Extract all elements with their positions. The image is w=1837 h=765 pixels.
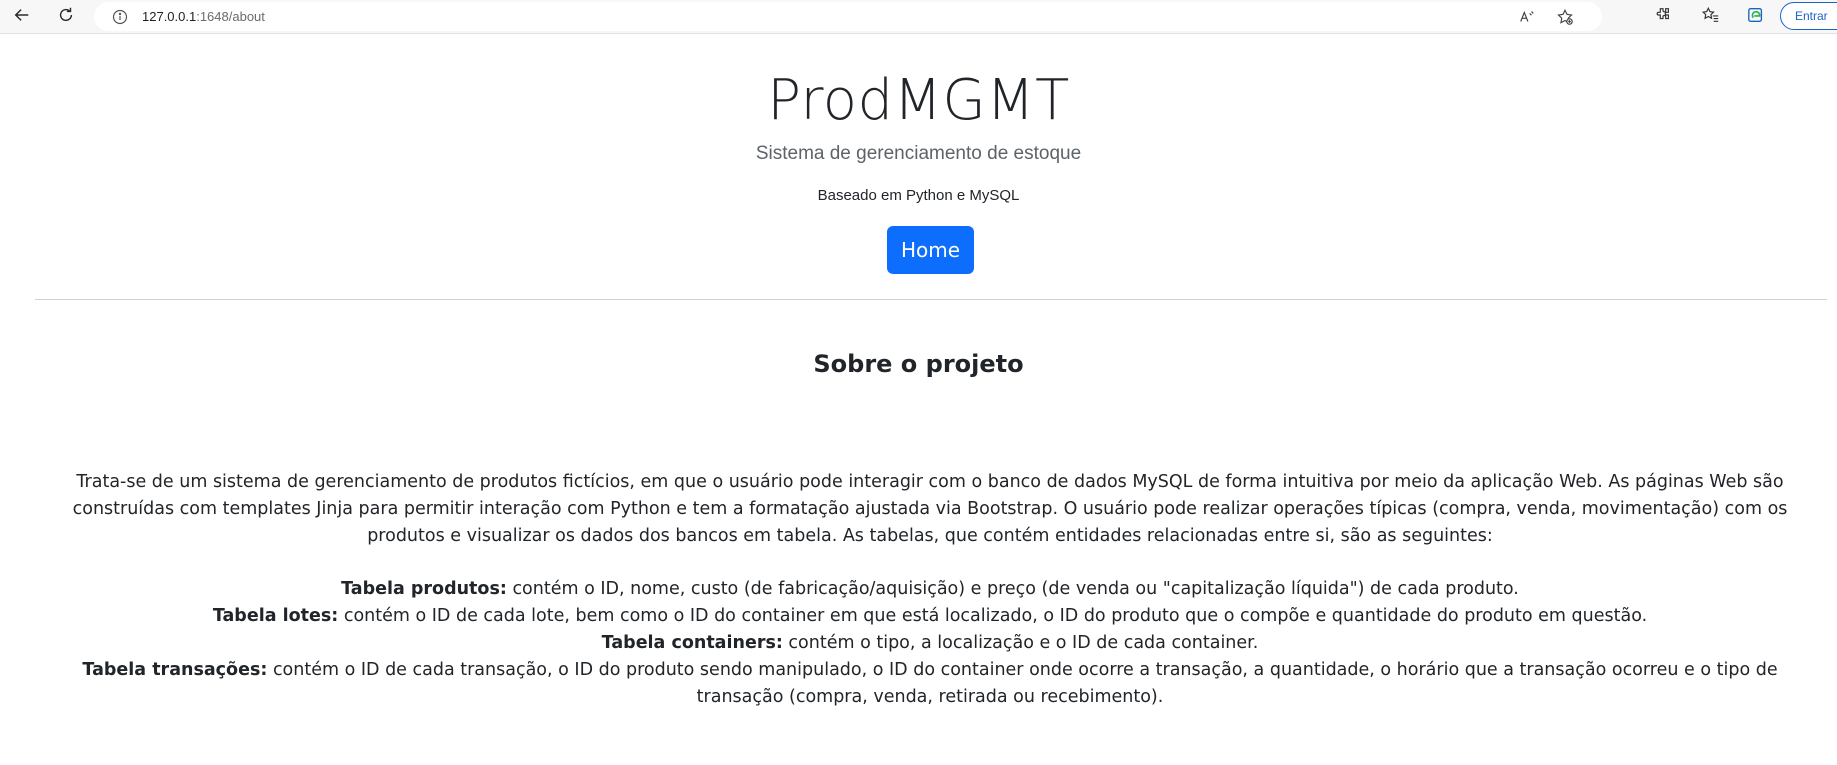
tables-list: Tabela produtos: contém o ID, nome, cust… xyxy=(40,576,1820,711)
browser-toolbar: 127.0.0.1:1648/about Entrar xyxy=(0,0,1837,34)
read-aloud-icon[interactable] xyxy=(1518,8,1536,26)
address-actions xyxy=(1518,8,1574,26)
page-subtitle: Sistema de gerenciamento de estoque xyxy=(755,143,1082,164)
tech-stack-text: Baseado em Python e MySQL xyxy=(817,187,1020,204)
extensions-button[interactable] xyxy=(1652,6,1674,28)
info-icon[interactable] xyxy=(112,9,128,25)
page-title: ProdMGMT xyxy=(767,68,1070,133)
back-arrow-icon xyxy=(13,6,31,29)
signin-label: Entrar xyxy=(1795,9,1828,23)
section-title: Sobre o projeto xyxy=(813,350,1024,378)
edge-collections-icon xyxy=(1747,6,1765,29)
refresh-icon xyxy=(57,6,75,29)
favorites-list-icon xyxy=(1701,6,1720,29)
signin-button[interactable]: Entrar xyxy=(1780,2,1837,30)
back-button[interactable] xyxy=(8,4,36,30)
table-name: Tabela containers: xyxy=(601,633,783,653)
table-name: Tabela transações: xyxy=(82,660,268,680)
favorites-button[interactable] xyxy=(1700,6,1722,28)
table-item: Tabela transações: contém o ID de cada t… xyxy=(40,657,1820,711)
refresh-button[interactable] xyxy=(52,4,80,30)
table-item: Tabela containers: contém o tipo, a loca… xyxy=(40,630,1820,657)
table-name: Tabela lotes: xyxy=(212,606,339,626)
table-name: Tabela produtos: xyxy=(341,579,507,599)
divider xyxy=(35,299,1827,300)
address-bar[interactable]: 127.0.0.1:1648/about xyxy=(94,2,1602,31)
table-description: contém o tipo, a localização e o ID de c… xyxy=(782,633,1259,653)
project-description: Trata-se de um sistema de gerenciamento … xyxy=(72,472,1788,546)
url-host: 127.0.0.1 xyxy=(142,9,197,24)
table-description: contém o ID de cada transação, o ID do p… xyxy=(267,660,1778,707)
table-item: Tabela lotes: contém o ID de cada lote, … xyxy=(40,603,1820,630)
url-path: :1648/about xyxy=(196,9,265,24)
add-favorite-icon[interactable] xyxy=(1556,8,1574,26)
table-description: contém o ID, nome, custo (de fabricação/… xyxy=(506,579,1519,599)
url-text: 127.0.0.1:1648/about xyxy=(142,9,265,24)
table-description: contém o ID de cada lote, bem como o ID … xyxy=(338,606,1648,626)
home-button[interactable]: Home xyxy=(887,226,974,274)
collections-button[interactable] xyxy=(1745,6,1767,28)
table-item: Tabela produtos: contém o ID, nome, cust… xyxy=(40,576,1820,603)
puzzle-icon xyxy=(1654,6,1672,29)
